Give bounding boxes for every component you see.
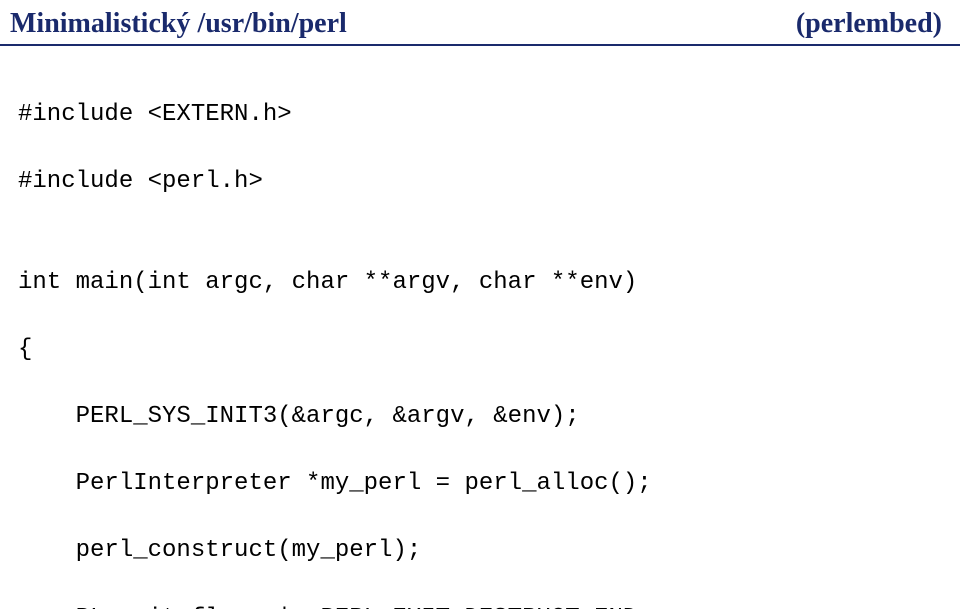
- slide-title: Minimalistický /usr/bin/perl: [10, 8, 347, 40]
- code-line: PerlInterpreter *my_perl = perl_alloc();: [18, 467, 942, 501]
- code-line: {: [18, 333, 942, 367]
- slide-subtitle: (perlembed): [796, 8, 942, 40]
- code-line: perl_construct(my_perl);: [18, 534, 942, 568]
- slide-header: Minimalistický /usr/bin/perl (perlembed): [0, 0, 960, 46]
- code-block: #include <EXTERN.h> #include <perl.h> in…: [0, 46, 960, 609]
- code-line: PERL_SYS_INIT3(&argc, &argv, &env);: [18, 400, 942, 434]
- code-line: int main(int argc, char **argv, char **e…: [18, 266, 942, 300]
- code-line: #include <EXTERN.h>: [18, 98, 942, 132]
- code-line: PL_exit_flags |= PERL_EXIT_DESTRUCT_END;: [18, 602, 942, 609]
- code-line: #include <perl.h>: [18, 165, 942, 199]
